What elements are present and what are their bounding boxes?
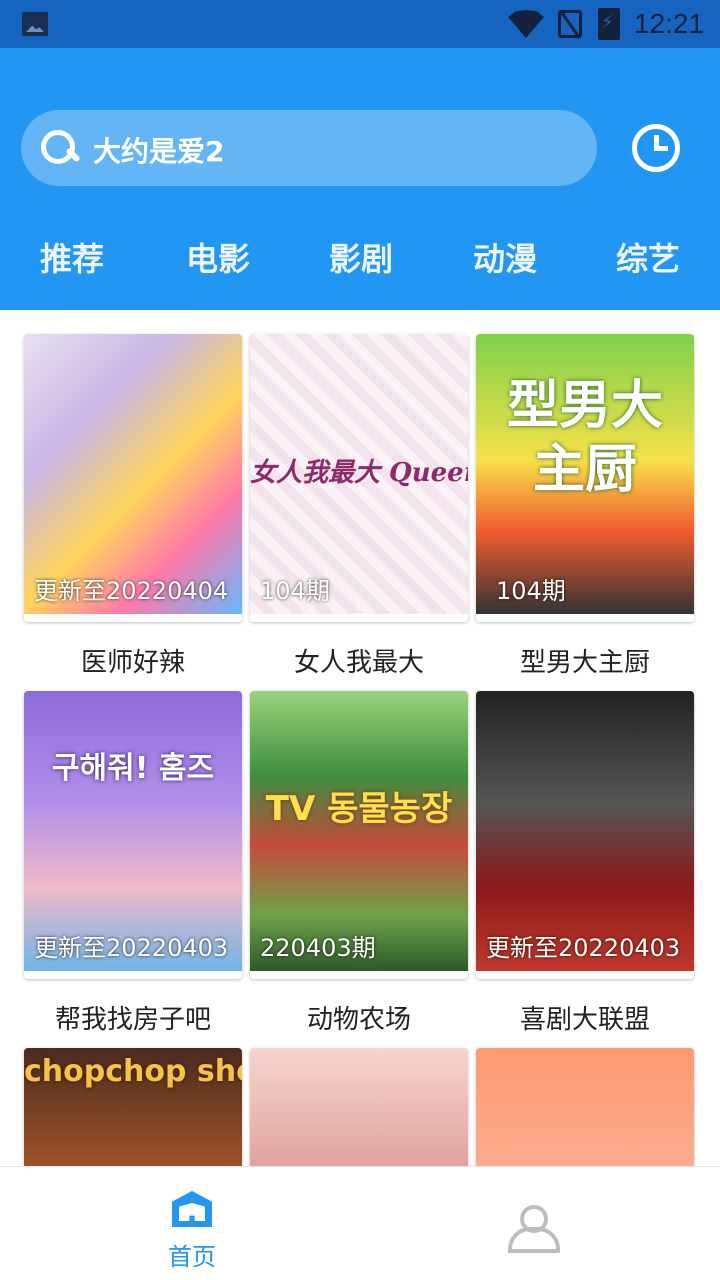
show-title: 女人我最大 [293, 648, 424, 678]
update-badge: 104期 [496, 577, 566, 605]
home-icon [172, 1191, 212, 1227]
show-poster: 更新至20220404 [24, 334, 242, 614]
status-bar: 12:21 [0, 0, 720, 48]
show-poster: 女人我最大 Queen 104期 [250, 334, 468, 614]
profile-icon [508, 1205, 560, 1253]
tab-series[interactable]: 影剧 [329, 234, 393, 280]
show-grid: 更新至20220404 医师好辣 女人我最大 Queen 104期 女人我最大 … [0, 310, 720, 1166]
search-bar[interactable]: 大约是爱2 [21, 110, 597, 186]
update-badge: 220403期 [260, 934, 376, 962]
show-card[interactable] [250, 1048, 468, 1166]
show-poster [250, 1048, 468, 1166]
image-notification-icon [22, 12, 48, 36]
update-badge: 更新至20220403 [486, 934, 681, 962]
battery-charging-icon [598, 8, 620, 40]
show-card[interactable]: 更新至20220403 喜剧大联盟 [476, 691, 694, 1035]
poster-logo: 型男大主厨 [506, 376, 663, 500]
status-time: 12:21 [634, 8, 705, 39]
show-title: 型男大主厨 [519, 648, 650, 678]
tab-anime[interactable]: 动漫 [473, 234, 537, 280]
show-poster [476, 1048, 694, 1166]
nav-home[interactable]: 首页 [150, 1167, 234, 1280]
show-card[interactable]: 구해줘! 홈즈 更新至20220403 帮我找房子吧 [24, 691, 242, 1035]
tab-movies[interactable]: 电影 [186, 234, 250, 280]
show-title: 喜剧大联盟 [519, 1005, 650, 1035]
show-card[interactable]: TV 동물농장 220403期 动物农场 [250, 691, 468, 1035]
tab-recommend[interactable]: 推荐 [40, 234, 104, 280]
show-poster: chopchop show [24, 1048, 242, 1166]
show-title: 动物农场 [306, 1005, 411, 1035]
no-sim-icon [558, 10, 582, 38]
bottom-nav: 首页 [0, 1166, 720, 1280]
search-query[interactable]: 大约是爱2 [93, 130, 224, 170]
poster-logo: 구해줘! 홈즈 [51, 751, 215, 786]
nav-profile[interactable] [500, 1167, 560, 1280]
show-poster: 구해줘! 홈즈 更新至20220403 [24, 691, 242, 971]
show-card[interactable] [476, 1048, 694, 1166]
update-badge: 104期 [260, 577, 330, 605]
history-clock-icon[interactable] [632, 124, 680, 172]
show-card[interactable]: 更新至20220404 医师好辣 [24, 334, 242, 678]
show-poster: 型男大主厨 104期 [476, 334, 694, 614]
update-badge: 更新至20220403 [34, 934, 229, 962]
show-title: 帮我找房子吧 [54, 1005, 211, 1035]
app-header: 大约是爱2 推荐 电影 影剧 动漫 综艺 [0, 48, 720, 310]
show-poster: 更新至20220403 [476, 691, 694, 971]
show-title: 医师好辣 [80, 648, 185, 678]
show-card[interactable]: chopchop show [24, 1048, 242, 1166]
search-icon [39, 128, 79, 168]
wifi-icon [508, 10, 544, 38]
poster-logo: TV 동물농장 [265, 789, 453, 829]
nav-home-label: 首页 [168, 1243, 216, 1271]
show-poster: TV 동물농장 220403期 [250, 691, 468, 971]
show-card[interactable]: 型男大主厨 104期 型男大主厨 [476, 334, 694, 678]
poster-logo: chopchop show [24, 1054, 242, 1089]
update-badge: 更新至20220404 [34, 577, 229, 605]
poster-logo: 女人我最大 Queen [250, 458, 468, 488]
show-card[interactable]: 女人我最大 Queen 104期 女人我最大 [250, 334, 468, 678]
tab-variety[interactable]: 综艺 [616, 234, 680, 280]
